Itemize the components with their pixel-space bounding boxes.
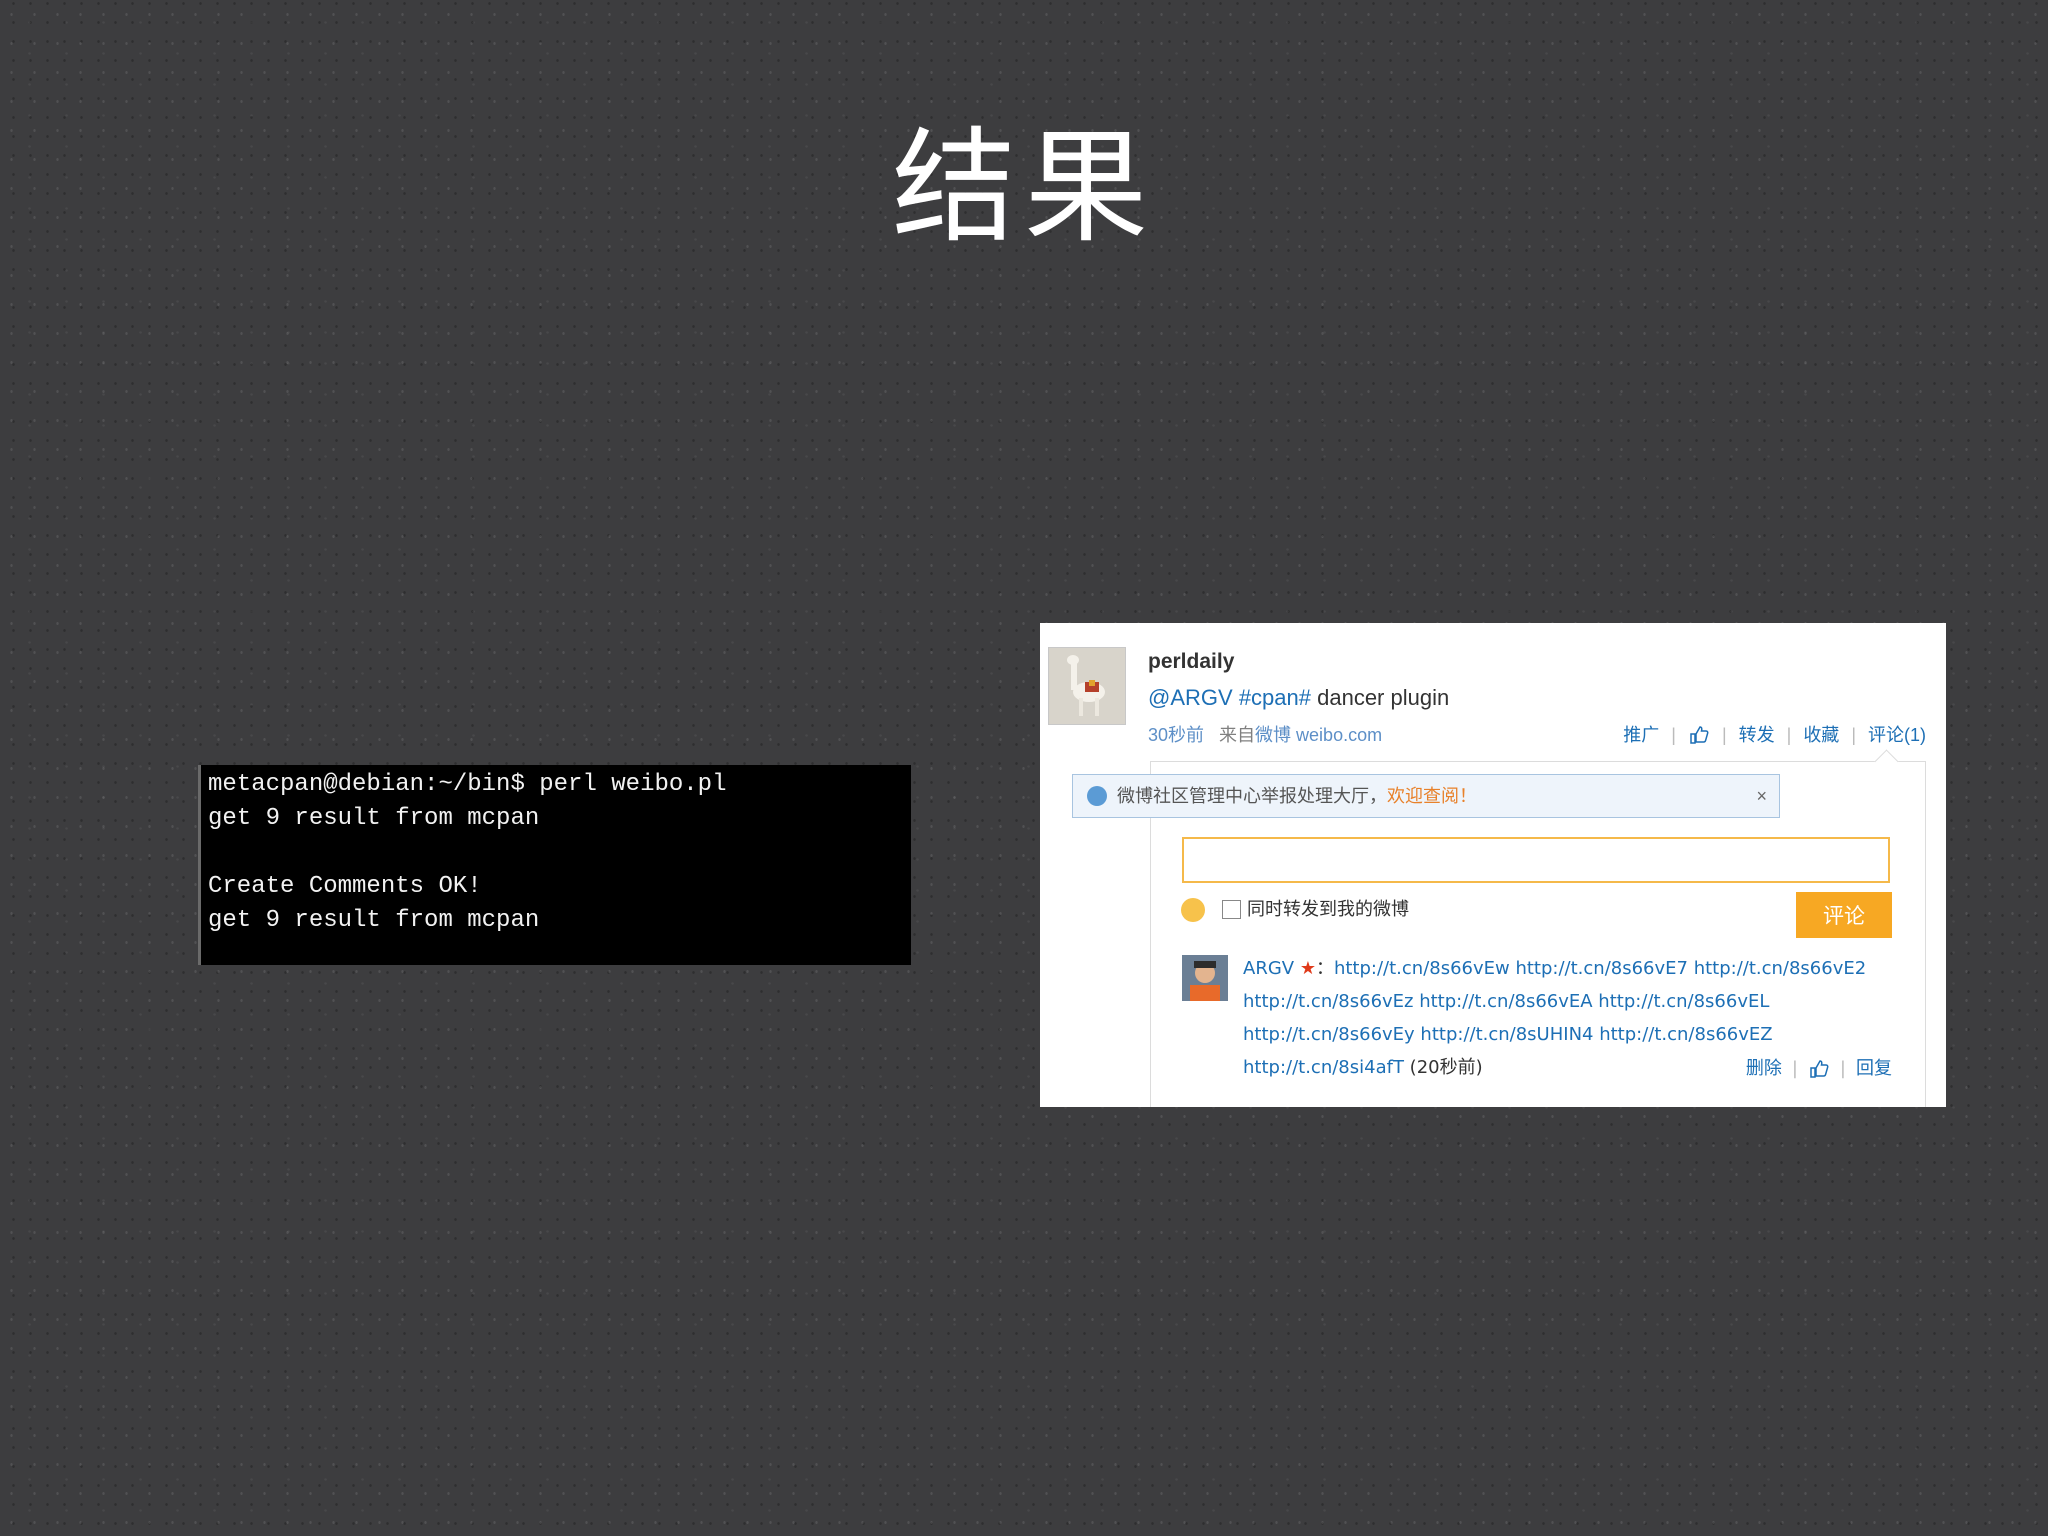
post-actions: 推广 | | 转发 | 收藏 | 评论(1) (1623, 721, 1926, 749)
hashtag-link[interactable]: #cpan# (1239, 685, 1311, 710)
slide-title: 结果 (891, 116, 1156, 260)
promote-button[interactable]: 推广 (1623, 721, 1659, 749)
terminal-line: get 9 result from mcpan (208, 907, 540, 934)
post-body: dancer plugin (1311, 685, 1450, 710)
post-source-prefix: 来自 (1219, 725, 1256, 745)
repost-label: 同时转发到我的微博 (1247, 899, 1409, 920)
comment-count-button[interactable]: 评论(1) (1868, 721, 1926, 749)
terminal-line: get 9 result from mcpan (208, 805, 540, 832)
close-icon[interactable]: × (1756, 775, 1767, 817)
emoji-icon[interactable] (1181, 898, 1205, 922)
reply-button[interactable]: 回复 (1856, 1055, 1892, 1083)
notice-link[interactable]: 欢迎查阅！ (1387, 786, 1477, 806)
terminal-window: metacpan@debian:~/bin$ perl weibo.pl get… (198, 765, 911, 965)
notice-banner: 微博社区管理中心举报处理大厅，欢迎查阅！ × (1072, 774, 1780, 818)
submit-comment-button[interactable]: 评论 (1796, 892, 1892, 938)
comment-input[interactable] (1182, 837, 1890, 883)
notice-text: 微博社区管理中心举报处理大厅， (1117, 786, 1387, 806)
comment-author[interactable]: ARGV (1243, 958, 1294, 979)
avatar[interactable] (1048, 647, 1126, 725)
star-icon: ★ (1299, 958, 1316, 979)
separator: | (1786, 725, 1792, 745)
repost-checkbox[interactable] (1222, 900, 1241, 919)
separator: | (1721, 725, 1727, 745)
avatar[interactable] (1182, 955, 1228, 1001)
post-username[interactable]: perldaily (1148, 647, 1234, 677)
post-meta: 30秒前 来自微博 weibo.com (1148, 721, 1382, 749)
comment-colon: ： (1315, 958, 1334, 979)
separator: | (1851, 725, 1856, 745)
comment-actions: 删除 | | 回复 (1700, 1055, 1892, 1083)
comment-time: (20秒前) (1409, 1057, 1483, 1078)
thumbs-up-icon[interactable] (1808, 1058, 1830, 1080)
post-time[interactable]: 30秒前 (1148, 725, 1204, 745)
favorite-button[interactable]: 收藏 (1803, 721, 1839, 749)
separator: | (1671, 725, 1676, 745)
terminal-line: metacpan@debian:~/bin$ perl weibo.pl (208, 771, 727, 798)
comment-section-arrow (1874, 749, 1899, 774)
separator: | (1791, 1058, 1798, 1079)
repost-button[interactable]: 转发 (1739, 721, 1775, 749)
terminal-line: Create Comments OK! (208, 873, 482, 900)
post-source-link[interactable]: 微博 weibo.com (1255, 725, 1382, 745)
user-avatar-icon (1182, 955, 1228, 1001)
camel-icon (1049, 648, 1125, 724)
mention-link[interactable]: @ARGV (1148, 685, 1233, 710)
separator: | (1839, 1058, 1846, 1079)
post-text: @ARGV #cpan# dancer plugin (1148, 681, 1449, 715)
delete-button[interactable]: 删除 (1746, 1055, 1782, 1083)
thumbs-up-icon[interactable] (1688, 724, 1710, 746)
info-icon (1087, 786, 1107, 806)
